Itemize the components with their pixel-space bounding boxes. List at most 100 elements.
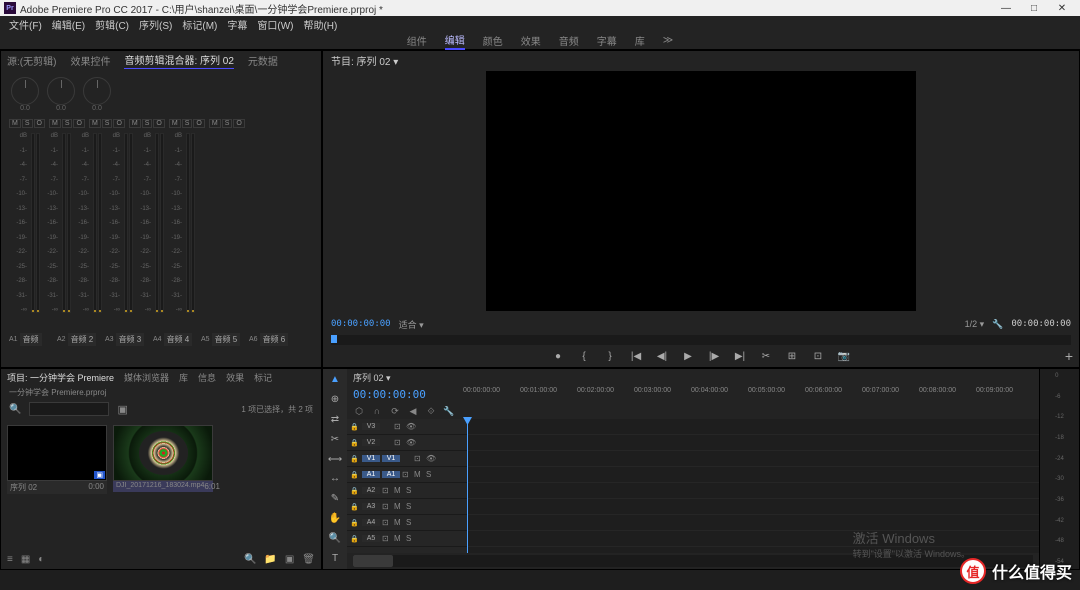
settings-icon[interactable]: 🔧	[992, 319, 1003, 330]
pan-knob-2[interactable]	[47, 77, 75, 105]
mso-m-button[interactable]: M	[9, 119, 21, 128]
timeline-option[interactable]: 🔧	[443, 405, 455, 417]
mixer-track-label[interactable]: A2音频 2	[57, 333, 105, 346]
audio-track-header[interactable]: 🔒A3⊡MS	[347, 499, 467, 515]
step-fwd-button[interactable]: |▶	[706, 348, 722, 364]
list-view-icon[interactable]: ≡	[7, 554, 13, 565]
mso-s-button[interactable]: S	[222, 119, 233, 128]
audio-track-header[interactable]: 🔒A4⊡MS	[347, 515, 467, 531]
mso-m-button[interactable]: M	[169, 119, 181, 128]
project-item-clip[interactable]: DJI_20171216_183024.mp46:01	[113, 425, 213, 492]
program-timecode[interactable]: 00:00:00:00	[331, 319, 391, 329]
project-item-sequence[interactable]: ▣ 序列 020:00	[7, 425, 107, 494]
step-back-button[interactable]: ◀|	[654, 348, 670, 364]
playhead-marker[interactable]	[331, 335, 337, 343]
freeform-icon[interactable]: ◐	[38, 554, 44, 565]
program-title[interactable]: 节目: 序列 02 ▾	[323, 51, 1079, 69]
mso-m-button[interactable]: M	[209, 119, 221, 128]
lift-button[interactable]: ✂	[758, 348, 774, 364]
timeline-tool-8[interactable]: 🔍	[327, 531, 343, 545]
timeline-tool-7[interactable]: ✋	[327, 512, 343, 526]
audio-track-header[interactable]: 🔒A5⊡MS	[347, 531, 467, 547]
search-input[interactable]	[29, 402, 109, 416]
tab-media-browser[interactable]: 媒体浏览器	[124, 371, 169, 384]
new-bin-icon[interactable]: 📁	[264, 554, 276, 565]
timeline-tool-4[interactable]: ⟷	[327, 452, 343, 466]
tab-markers[interactable]: 标记	[254, 371, 272, 384]
timeline-timecode[interactable]: 00:00:00:00	[353, 388, 463, 401]
menu-clip[interactable]: 剪辑(C)	[90, 17, 134, 32]
mso-o-button[interactable]: O	[113, 119, 124, 128]
program-monitor[interactable]	[486, 71, 916, 311]
marker-button[interactable]: ●	[550, 348, 566, 364]
timeline-tool-6[interactable]: ✎	[327, 492, 343, 506]
minimize-button[interactable]: —	[992, 0, 1020, 16]
mso-s-button[interactable]: S	[22, 119, 33, 128]
menu-window[interactable]: 窗口(W)	[252, 17, 298, 32]
timeline-option[interactable]: ⬡	[353, 405, 365, 417]
goto-in-button[interactable]: |◀	[628, 348, 644, 364]
mixer-track-label[interactable]: A6音频 6	[249, 333, 297, 346]
timeline-option[interactable]: ◀	[407, 405, 419, 417]
program-ruler[interactable]	[331, 335, 1071, 345]
button-editor[interactable]: +	[1065, 348, 1073, 364]
menu-sequence[interactable]: 序列(S)	[134, 17, 177, 32]
audio-track-header[interactable]: 🔒A2⊡MS	[347, 483, 467, 499]
find-icon[interactable]: 🔍	[244, 554, 256, 565]
mso-s-button[interactable]: S	[62, 119, 73, 128]
mso-o-button[interactable]: O	[73, 119, 84, 128]
tab-libraries[interactable]: 库	[179, 371, 188, 384]
mixer-track-label[interactable]: A1音频	[9, 333, 57, 346]
workspace-audio[interactable]: 音频	[559, 33, 579, 48]
mixer-track-label[interactable]: A5音频 5	[201, 333, 249, 346]
mso-m-button[interactable]: M	[49, 119, 61, 128]
new-item-icon[interactable]: ▣	[285, 554, 294, 565]
workspace-titles[interactable]: 字幕	[597, 33, 617, 48]
pan-knob-1[interactable]	[11, 77, 39, 105]
mso-s-button[interactable]: S	[102, 119, 113, 128]
maximize-button[interactable]: □	[1020, 0, 1048, 16]
playhead[interactable]	[467, 419, 468, 553]
mso-o-button[interactable]: O	[34, 119, 45, 128]
tab-project[interactable]: 项目: 一分钟学会 Premiere	[7, 371, 114, 384]
mixer-track-label[interactable]: A4音频 4	[153, 333, 201, 346]
workspace-color[interactable]: 颜色	[483, 33, 503, 48]
timeline-tool-5[interactable]: ↔	[327, 472, 343, 486]
timeline-tool-2[interactable]: ⇄	[327, 413, 343, 427]
timeline-tool-3[interactable]: ✂	[327, 432, 343, 446]
pan-knob-3[interactable]	[83, 77, 111, 105]
mixer-track-label[interactable]: A3音频 3	[105, 333, 153, 346]
timeline-ruler[interactable]: 00:00:00:0000:01:00:0000:02:00:0000:03:0…	[463, 387, 1033, 401]
mso-o-button[interactable]: O	[233, 119, 244, 128]
goto-out-button[interactable]: ▶|	[732, 348, 748, 364]
timeline-tool-9[interactable]: T	[327, 551, 343, 565]
in-point-button[interactable]: {	[576, 348, 592, 364]
tab-metadata[interactable]: 元数据	[248, 53, 278, 68]
timeline-option[interactable]: ∩	[371, 405, 383, 417]
timeline-option[interactable]: ⟐	[425, 405, 437, 417]
timeline-option[interactable]: ⟳	[389, 405, 401, 417]
tab-info[interactable]: 信息	[198, 371, 216, 384]
timeline-tool-0[interactable]: ▲	[327, 373, 343, 387]
audio-track-header[interactable]: 🔒A1A1⊡MS	[347, 467, 467, 483]
folder-icon[interactable]: ▣	[117, 403, 127, 416]
mso-s-button[interactable]: S	[142, 119, 153, 128]
workspace-overflow[interactable]: ≫	[663, 35, 673, 46]
mso-m-button[interactable]: M	[89, 119, 101, 128]
tab-effect-controls[interactable]: 效果控件	[70, 53, 110, 68]
trash-icon[interactable]: 🗑	[302, 554, 315, 565]
timeline-tool-1[interactable]: ⊕	[327, 393, 343, 407]
menu-title[interactable]: 字幕	[222, 17, 252, 32]
close-button[interactable]: ✕	[1048, 0, 1076, 16]
mso-o-button[interactable]: O	[153, 119, 164, 128]
workspace-editing[interactable]: 编辑	[445, 32, 465, 50]
menu-edit[interactable]: 编辑(E)	[47, 17, 90, 32]
timeline-scrollbar[interactable]	[353, 555, 1033, 567]
tab-effects[interactable]: 效果	[226, 371, 244, 384]
extract-button[interactable]: ⊞	[784, 348, 800, 364]
zoom-selector[interactable]: 1/2 ▾	[965, 319, 985, 330]
icon-view-icon[interactable]: ▦	[21, 554, 30, 565]
play-button[interactable]: ▶	[680, 348, 696, 364]
video-track-header[interactable]: 🔒V3⊡👁	[347, 419, 467, 435]
fit-selector[interactable]: 适合 ▾	[399, 318, 424, 331]
